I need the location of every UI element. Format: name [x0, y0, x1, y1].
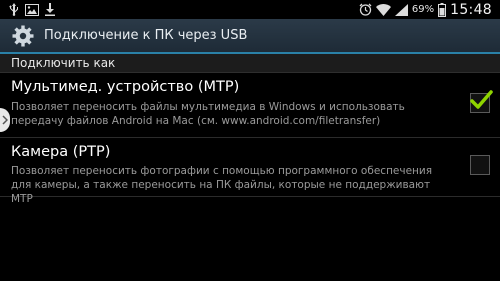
option-mtp-checkbox[interactable] — [470, 90, 493, 113]
clock: 15:48 — [450, 1, 492, 18]
alarm-icon — [359, 3, 372, 16]
gear-icon[interactable] — [10, 23, 36, 49]
option-ptp-title: Камера (PTP) — [11, 144, 111, 160]
option-mtp-description: Позволяет переносить файлы мультимедиа в… — [11, 100, 441, 128]
option-ptp-description: Позволяет переносить фотографии с помощь… — [11, 164, 441, 206]
status-bar: 69% 15:48 — [0, 0, 500, 19]
section-header: Подключить как — [0, 54, 500, 73]
signal-icon — [394, 3, 408, 16]
option-ptp-description-line2: для камеры, а также переносить на ПК фай… — [11, 179, 431, 205]
download-icon — [45, 3, 55, 16]
option-ptp[interactable]: Камера (PTP) Позволяет переносить фотогр… — [0, 140, 500, 205]
page-title: Подключение к ПК через USB — [44, 28, 248, 43]
image-icon — [25, 3, 39, 16]
section-header-label: Подключить как — [11, 56, 116, 70]
wifi-icon — [375, 3, 391, 16]
option-mtp[interactable]: Мультимед. устройство (MTP) Позволяет пе… — [0, 73, 500, 138]
battery-icon — [438, 2, 447, 17]
option-ptp-description-line1: Позволяет переносить фотографии с помощь… — [11, 165, 433, 177]
option-mtp-description-line1: Позволяет переносить файлы мультимедиа в… — [11, 101, 405, 113]
status-bar-notifications — [0, 3, 55, 16]
option-mtp-title: Мультимед. устройство (MTP) — [11, 79, 240, 95]
chevron-right-icon — [2, 115, 8, 125]
checkmark-icon — [470, 90, 493, 109]
usb-icon — [9, 3, 19, 16]
action-bar: Подключение к ПК через USB — [0, 19, 500, 54]
battery-percent: 69% — [411, 4, 435, 15]
option-ptp-checkbox[interactable] — [470, 155, 490, 175]
status-bar-system: 69% 15:48 — [359, 2, 500, 18]
option-mtp-description-line2: передачу файлов Android на Mac (см. www.… — [11, 115, 381, 127]
